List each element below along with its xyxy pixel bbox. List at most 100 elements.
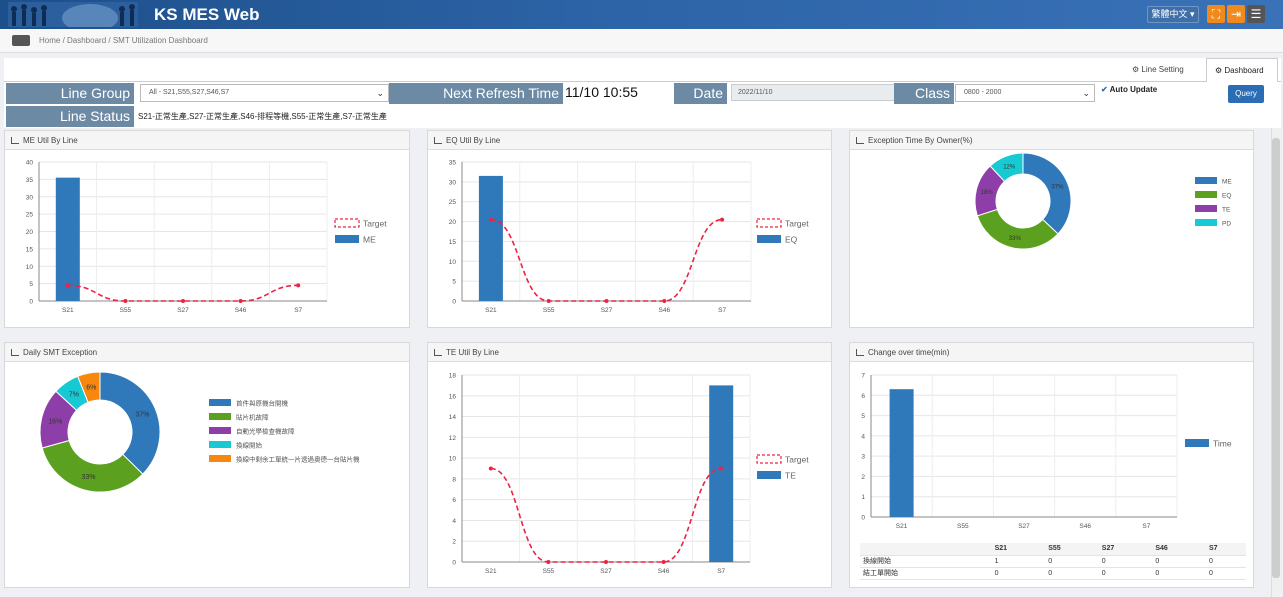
target-point [546,299,551,303]
table-cell: 0 [991,567,1046,580]
legend-swatch-target [756,218,782,228]
fullscreen-icon[interactable]: ⛶ [1207,5,1225,23]
legend-swatch-target [334,218,360,228]
panel-header: Exception Time By Owner(%) [850,131,1253,150]
target-line [490,467,722,563]
auto-update-checkbox[interactable]: ✔ Auto Update [1101,85,1157,94]
pie-slice [99,371,161,475]
legend-swatch [1195,177,1217,184]
y-tick-label: 2 [861,474,865,481]
target-point [488,217,493,222]
chart-icon [434,349,442,356]
class-select[interactable]: 0800 - 2000 ⌄ [955,84,1095,102]
panel-header: ME Util By Line [5,131,409,150]
changeover-chart: 0 1 2 3 4 5 6 7 S21 S55 S27 S46 S7 Time [861,373,1232,531]
menu-icon[interactable]: ☰ [1247,5,1265,23]
tab-line-setting[interactable]: ⚙ Line Setting [1132,58,1202,82]
y-tick-label: 35 [26,177,34,184]
panel-header: TE Util By Line [428,343,831,362]
bar [889,389,914,517]
table-cell: 0 [1205,555,1246,568]
legend-swatch-target [756,454,782,464]
legend-label: Target [785,219,809,229]
line-status-value: S21-正常生產,S27-正常生產,S46-排程等機,S55-正常生產,S7-正… [138,112,387,121]
y-tick-label: 0 [452,560,456,567]
legend-swatch [209,399,231,406]
tab-dashboard[interactable]: ⚙ Dashboard [1206,58,1278,82]
panel-title: Daily SMT Exception [23,348,98,357]
scrollbar-thumb[interactable] [1272,138,1280,578]
legend-swatch [209,455,231,462]
changeover-table: S21 S55 S27 S46 S7 換線開始 1 0 0 0 0 結工單開始 … [860,543,1246,580]
panel-eq-util: EQ Util By Line 0 5 10 15 20 25 30 35 S21 S55 S27 S… [427,130,832,328]
y-tick-label: 0 [452,299,456,306]
legend-label: ME [363,235,376,245]
panel-header: Daily SMT Exception [5,343,409,362]
exception-owner-chart: 37% 33% 18% 12% ME EQ TE PD [974,152,1232,250]
target-point [604,560,608,564]
gear-icon: ⚙ [1215,66,1223,75]
x-tick-label: S21 [485,568,497,575]
y-tick-label: 4 [861,433,865,440]
me-util-chart: 0 5 10 15 20 25 30 35 40 S21 S55 S27 S46 S7 Target ME [26,160,387,315]
y-tick-label: 1 [861,494,865,501]
breadcrumb-bar: Home / Dashboard / SMT Utilization Dashb… [0,29,1283,53]
table-cell: 0 [1045,555,1099,568]
legend-label: Target [785,455,809,465]
bar [709,385,734,562]
slice-label: 6% [86,384,96,391]
y-tick-label: 10 [26,264,34,271]
table-row: 結工單開始 0 0 0 0 0 [860,567,1246,580]
legend-swatch [209,427,231,434]
date-input[interactable]: 2022/11/10 [731,84,895,101]
check-icon: ✔ [1101,85,1108,94]
y-tick-label: 12 [449,435,457,442]
panel-title: ME Util By Line [23,136,78,145]
query-button[interactable]: Query [1228,85,1264,103]
x-tick-label: S27 [601,307,613,314]
slice-label: 12% [1003,165,1016,171]
x-tick-label: S46 [235,307,247,314]
breadcrumb: Home / Dashboard / SMT Utilization Dashb… [39,36,208,45]
slice-label: 7% [69,392,79,399]
next-refresh-label: Next Refresh Time [389,83,563,104]
legend-swatch [1195,191,1217,198]
panel-title: Exception Time By Owner(%) [868,136,973,145]
y-tick-label: 10 [449,456,457,463]
target-point [662,299,667,303]
bar [55,177,80,301]
y-tick-label: 40 [26,160,34,167]
y-tick-label: 3 [861,454,865,461]
legend-swatch-bar [757,235,781,243]
panel-title: EQ Util By Line [446,136,501,145]
logo [8,2,138,27]
y-tick-label: 20 [449,219,457,226]
tab-bar: ⚙ Line Setting ⚙ Dashboard [4,58,1281,82]
legend-label: TE [1222,207,1231,214]
legend-swatch [1195,219,1217,226]
legend-label: 自動光學檢查機故障 [236,427,295,436]
table-cell: 0 [1098,555,1153,568]
line-group-select[interactable]: All - S21,S55,S27,S46,S7 ⌄ [140,84,389,102]
target-line [490,218,723,302]
auto-update-label: Auto Update [1109,85,1158,94]
panel-header: EQ Util By Line [428,131,831,150]
panel-title: Change over time(min) [868,348,950,357]
panel-header: Change over time(min) [850,343,1253,362]
chart-icon [11,137,19,144]
target-point [719,466,724,471]
logout-icon[interactable]: ⇥ [1227,5,1245,23]
filter-bar: Line Group All - S21,S55,S27,S46,S7 ⌄ Ne… [4,82,1281,128]
chevron-down-icon: ⌄ [376,88,384,98]
eq-util-chart: 0 5 10 15 20 25 30 35 S21 S55 S27 S46 S7 Target EQ [449,160,809,315]
legend-label: Time [1213,439,1232,449]
legend-label: PD [1222,221,1231,228]
home-icon[interactable] [12,35,30,46]
language-select[interactable]: 繁體中文 ▾ [1147,6,1199,23]
table-row: 換線開始 1 0 0 0 0 [860,555,1246,568]
chart-icon [856,137,864,144]
y-tick-label: 0 [861,515,865,522]
y-tick-label: 4 [452,518,456,525]
x-tick-label: S55 [120,307,132,314]
table-cell: 1 [991,555,1046,568]
